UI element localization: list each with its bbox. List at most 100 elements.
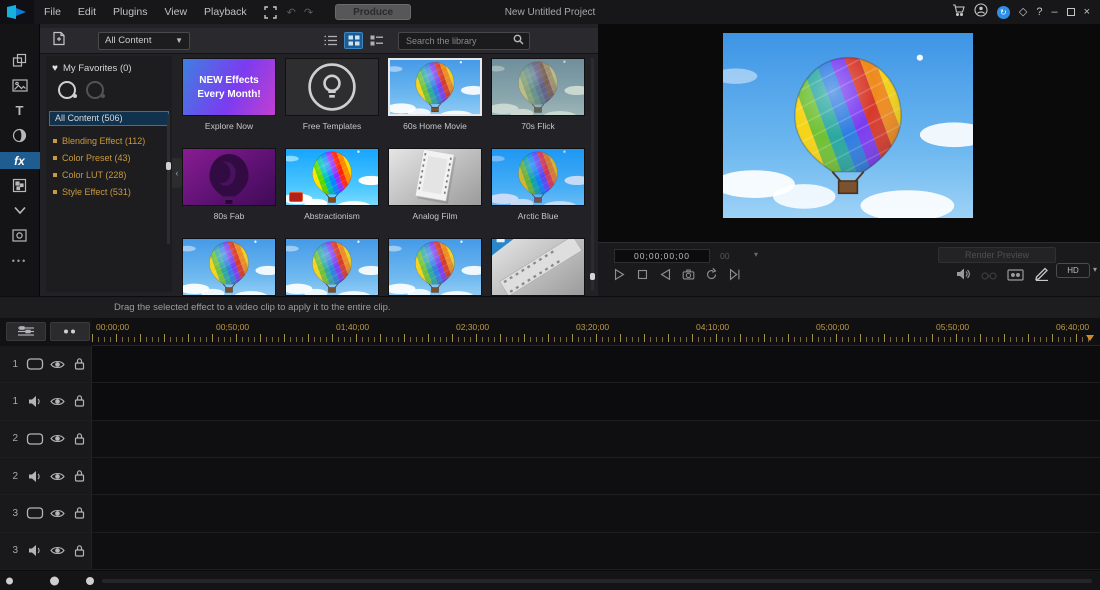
track-lane[interactable] <box>92 457 1100 495</box>
menu-edit[interactable]: Edit <box>78 6 96 18</box>
menu-plugins[interactable]: Plugins <box>113 6 147 18</box>
preview-video[interactable] <box>723 33 973 218</box>
tree-item-all-content[interactable]: All Content (506) <box>49 111 169 126</box>
library-item-abstractionism[interactable]: Abstractionism <box>285 148 379 238</box>
library-item-partial[interactable] <box>491 238 585 296</box>
loop-button[interactable] <box>704 267 719 282</box>
timeline-view-button[interactable] <box>50 322 90 341</box>
library-item-explore-now[interactable]: NEW Effects Every Month! Explore Now <box>182 58 276 148</box>
3d-mode-icon[interactable] <box>981 268 997 286</box>
produce-button[interactable]: Produce <box>335 4 412 20</box>
zoom-in-handle[interactable] <box>86 576 94 585</box>
eye-icon[interactable] <box>46 433 68 444</box>
render-preview-button[interactable]: Render Preview <box>938 247 1056 263</box>
library-item-arctic-blue[interactable]: Arctic Blue <box>491 148 585 238</box>
library-item-70s-flick[interactable]: 70s Flick <box>491 58 585 148</box>
effect-room-icon[interactable]: fx <box>0 152 40 169</box>
more-rooms-icon[interactable]: ••• <box>0 252 40 269</box>
library-item-partial[interactable] <box>388 238 482 296</box>
lock-icon[interactable] <box>68 357 90 371</box>
zoom-slider-handle[interactable] <box>50 576 59 585</box>
tree-item-style-effect[interactable]: Style Effect (531) <box>46 183 172 200</box>
stop-button[interactable] <box>635 267 650 282</box>
library-item-60s-home-movie[interactable]: 60s Home Movie <box>388 58 482 148</box>
member-zone-icon[interactable] <box>974 2 988 22</box>
track-lane[interactable] <box>92 346 1100 383</box>
search-input[interactable] <box>404 34 513 47</box>
restore-button[interactable] <box>1066 8 1075 16</box>
tree-item-color-lut[interactable]: Color LUT (228) <box>46 166 172 183</box>
lock-icon[interactable] <box>68 394 90 408</box>
snapshot-button[interactable] <box>681 267 696 282</box>
content-filter-dropdown[interactable]: All Content ▼ <box>98 31 190 50</box>
media-room-icon[interactable] <box>0 52 40 69</box>
app-logo-icon[interactable] <box>0 0 34 24</box>
import-media-icon[interactable] <box>52 31 66 51</box>
search-icon[interactable] <box>513 34 524 48</box>
tree-item-color-preset[interactable]: Color Preset (43) <box>46 149 172 166</box>
tree-scroll-handle[interactable] <box>166 162 171 170</box>
play-button[interactable] <box>612 267 627 282</box>
premium-diamond-icon[interactable]: ◇ <box>1019 6 1027 18</box>
track-lane[interactable] <box>92 532 1100 569</box>
track-lane[interactable] <box>92 383 1100 420</box>
next-frame-button[interactable] <box>727 267 742 282</box>
eye-icon[interactable] <box>46 545 68 556</box>
zoom-out-handle[interactable] <box>6 577 13 584</box>
cart-icon[interactable] <box>952 3 965 21</box>
menu-view[interactable]: View <box>164 6 187 18</box>
library-item-free-templates[interactable]: Free Templates <box>285 58 379 148</box>
detail-view-icon[interactable] <box>367 32 386 49</box>
library-item-partial[interactable] <box>182 238 276 296</box>
preview-quality-selector[interactable]: HD <box>1056 263 1090 278</box>
mask-room-icon[interactable] <box>0 227 40 244</box>
grid-scroll-handle[interactable] <box>590 273 595 280</box>
previous-frame-button[interactable] <box>658 267 673 282</box>
tree-collapse-button[interactable]: ‹ <box>172 158 182 188</box>
tree-item-blending-effect[interactable]: Blending Effect (112) <box>46 132 172 149</box>
edit-pen-icon[interactable] <box>1034 267 1049 286</box>
sync-badge-icon[interactable]: ↻ <box>996 5 1010 19</box>
eye-icon[interactable] <box>46 471 68 482</box>
close-button[interactable]: × <box>1084 6 1090 18</box>
menu-file[interactable]: File <box>44 6 61 18</box>
minimize-button[interactable]: – <box>1051 6 1057 18</box>
fullscreen-icon[interactable] <box>263 5 277 19</box>
grid-scrollbar[interactable] <box>590 58 595 290</box>
volume-icon[interactable] <box>956 267 971 286</box>
timecode-caret-icon[interactable]: ▾ <box>754 250 758 259</box>
tree-scrollbar[interactable] <box>166 114 171 244</box>
eye-icon[interactable] <box>46 396 68 407</box>
redo-icon[interactable]: ↷ <box>304 6 313 19</box>
undo-icon[interactable]: ↶ <box>287 6 296 19</box>
timeline-horizontal-scrollbar[interactable] <box>102 579 1092 583</box>
library-search[interactable] <box>398 31 530 50</box>
quality-caret-icon[interactable]: ▾ <box>1093 265 1097 274</box>
menu-playback[interactable]: Playback <box>204 6 247 18</box>
lock-icon[interactable] <box>68 506 90 520</box>
grid-view-icon[interactable] <box>344 32 363 49</box>
dual-preview-icon[interactable] <box>1007 268 1024 286</box>
help-button[interactable]: ? <box>1036 6 1042 18</box>
eye-icon[interactable] <box>46 359 68 370</box>
pip-objects-room-icon[interactable] <box>0 77 40 94</box>
library-item-80s-fab[interactable]: 80s Fab <box>182 148 276 238</box>
timeline-end-marker-icon[interactable] <box>1086 335 1094 341</box>
list-view-icon[interactable] <box>321 32 340 49</box>
library-item-analog-film[interactable]: Analog Film <box>388 148 482 238</box>
title-room-icon[interactable]: T <box>0 102 40 119</box>
lock-icon[interactable] <box>68 544 90 558</box>
tree-item-favorites[interactable]: ♥ My Favorites (0) <box>46 61 172 75</box>
timecode-display[interactable]: 00;00;00;00 <box>614 249 710 263</box>
lock-icon[interactable] <box>68 432 90 446</box>
particle-room-icon[interactable] <box>0 177 40 194</box>
track-lane[interactable] <box>92 420 1100 457</box>
track-manager-button[interactable] <box>6 322 46 341</box>
lock-icon[interactable] <box>68 469 90 483</box>
timeline-ruler[interactable]: 00;00;00 00;50;00 01;40;00 02;30;00 03;2… <box>92 318 1100 346</box>
library-item-partial[interactable] <box>285 238 379 296</box>
eye-icon[interactable] <box>46 508 68 519</box>
track-lane[interactable] <box>92 495 1100 532</box>
chevron-down-icon[interactable] <box>0 202 40 219</box>
transition-room-icon[interactable] <box>0 127 40 144</box>
